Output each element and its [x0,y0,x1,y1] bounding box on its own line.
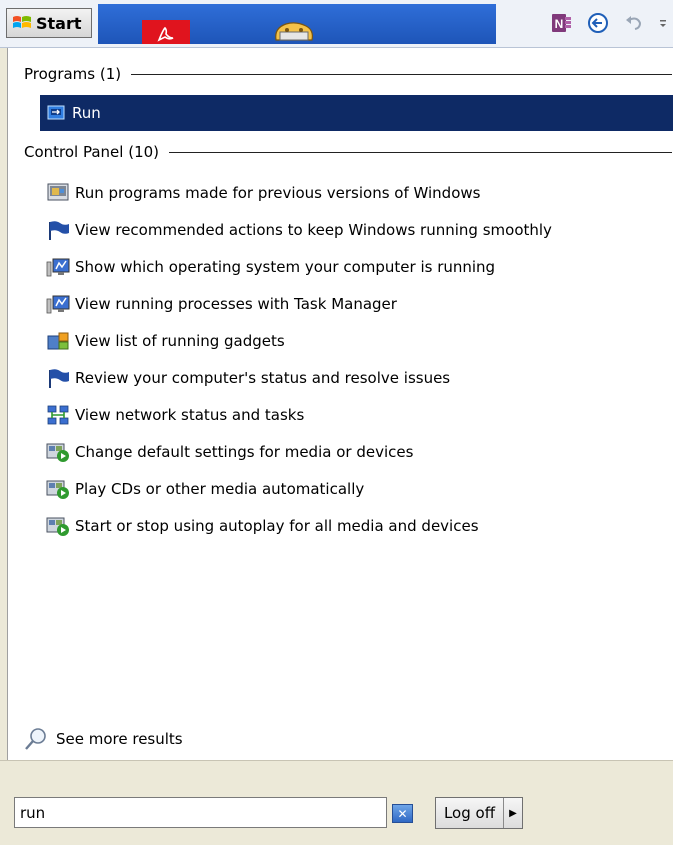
program-run-label: Run [72,104,101,122]
clear-search-button[interactable]: ✕ [392,804,413,823]
autoplay-icon [46,517,69,536]
close-icon: ✕ [397,806,408,821]
start-menu-results: Programs (1) Run Control Panel (10) Run … [7,48,673,760]
run-icon [47,105,65,120]
onenote-icon[interactable]: N [551,12,573,38]
program-run[interactable]: Run [40,95,673,131]
system-monitor-icon [46,258,70,276]
quick-access-toolbar: N [551,12,667,38]
control-panel-list: Run programs made for previous versions … [46,174,666,544]
list-item[interactable]: Show which operating system your compute… [46,248,666,285]
start-label: Start [36,13,82,33]
start-button[interactable]: Start [6,8,92,38]
list-item[interactable]: View list of running gadgets [46,322,666,359]
list-item[interactable]: View running processes with Task Manager [46,285,666,322]
network-icon [47,405,69,424]
list-item[interactable]: Play CDs or other media automatically [46,470,666,507]
search-input[interactable] [14,797,387,828]
autoplay-icon [46,480,69,499]
printer-icon [275,22,313,41]
compatibility-icon [47,183,69,200]
taskbar-buttons [98,4,496,44]
list-item-label: Change default settings for media or dev… [75,442,414,461]
autoplay-icon [46,443,69,462]
list-item[interactable]: Run programs made for previous versions … [46,174,666,211]
undo-icon[interactable] [623,12,645,38]
svg-text:N: N [555,17,564,31]
list-item-label: Play CDs or other media automatically [75,479,365,498]
log-off-button[interactable]: Log off ▶ [435,797,523,829]
customize-dropdown-icon[interactable] [659,16,667,34]
log-off-label: Log off [443,804,496,822]
system-monitor-icon [46,295,70,313]
see-more-results-label: See more results [56,730,183,748]
action-center-flag-icon [49,368,69,388]
shutdown-options-arrow-icon[interactable]: ▶ [503,798,522,828]
printer-button[interactable] [256,18,326,44]
action-center-flag-icon [49,220,69,240]
taskbar: Start N [0,0,673,48]
divider [169,151,672,153]
list-item-label: Show which operating system your compute… [75,257,496,276]
back-arrow-icon[interactable] [587,12,609,38]
adobe-acrobat-icon [157,26,174,42]
control-panel-header-label: Control Panel (10) [24,143,160,161]
list-item[interactable]: Change default settings for media or dev… [46,433,666,470]
programs-section-header: Programs (1) [24,63,672,85]
list-item-label: Review your computer's status and resolv… [75,368,451,387]
list-item[interactable]: View recommended actions to keep Windows… [46,211,666,248]
list-item-label: View recommended actions to keep Windows… [75,220,552,239]
programs-header-label: Programs (1) [24,65,122,83]
start-menu-bottom-bar: ✕ Log off ▶ [0,760,673,845]
search-magnifier-icon [25,728,46,750]
list-item-label: View running processes with Task Manager [75,294,397,313]
divider [131,73,672,75]
list-item-label: View network status and tasks [75,405,305,424]
gadgets-icon [47,332,69,349]
list-item-label: Start or stop using autoplay for all med… [75,516,479,535]
list-item[interactable]: Review your computer's status and resolv… [46,359,666,396]
list-item[interactable]: Start or stop using autoplay for all med… [46,507,666,544]
adobe-acrobat-button[interactable] [142,20,190,44]
list-item[interactable]: View network status and tasks [46,396,666,433]
control-panel-section-header: Control Panel (10) [24,141,672,163]
list-item-label: View list of running gadgets [75,331,285,350]
list-item-label: Run programs made for previous versions … [75,183,481,202]
windows-flag-icon [13,16,31,28]
see-more-results-link[interactable]: See more results [24,727,183,751]
